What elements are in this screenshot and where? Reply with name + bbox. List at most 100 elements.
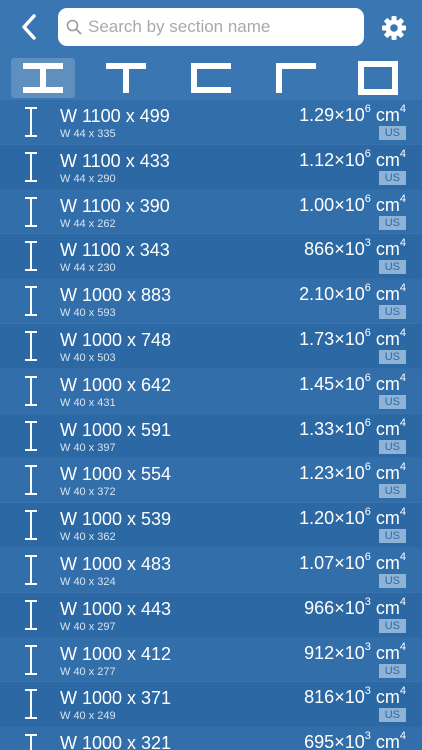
value-times: ×10 [334,552,365,573]
section-imperial-name: W 40 x 277 [60,665,116,678]
i-section-icon [25,151,37,182]
value-unit-exponent: 4 [399,550,406,563]
value-exponent: 6 [364,147,371,160]
list-item[interactable]: W 1100 x 433 W 44 x 290 1.12×106 cm4 US [0,144,422,190]
section-name: W 1000 x 883 [60,285,172,306]
i-section-icon [25,196,37,227]
list-item[interactable]: W 1000 x 748 W 40 x 503 1.73×106 cm4 US [0,323,422,369]
value-unit: cm [375,552,400,573]
list-item[interactable]: W 1000 x 883 W 40 x 593 2.10×106 cm4 US [0,279,422,324]
value-unit-exponent: 4 [399,461,406,474]
i-section-icon [25,599,37,630]
section-name: W 1000 x 483 [60,553,172,574]
section-value: 912×103 cm4 [304,640,406,664]
status-badge: US [378,573,406,588]
section-imperial-name: W 40 x 431 [60,396,116,409]
value-mantissa: 1.73 [299,328,335,349]
list-item[interactable]: W 1000 x 591 W 40 x 397 1.33×106 cm4 US [0,413,422,459]
section-imperial-name: W 40 x 297 [60,620,116,633]
section-value: 2.10×106 cm4 [299,282,406,305]
value-exponent: 3 [364,237,371,250]
value-times: ×10 [334,732,365,750]
i-section-icon [25,107,37,137]
value-exponent: 6 [364,326,371,339]
section-imperial-name: W 40 x 397 [60,441,116,454]
search-field[interactable] [58,8,364,46]
list-item[interactable]: W 1100 x 499 W 44 x 335 1.29×106 cm4 US [0,100,422,145]
value-exponent: 6 [364,416,371,429]
value-times: ×10 [334,597,365,618]
section-imperial-name: W 44 x 262 [60,217,116,230]
search-input[interactable] [88,17,348,37]
value-unit: cm [375,239,400,260]
value-exponent: 6 [364,461,371,474]
status-badge: US [378,484,406,499]
angle-icon [276,63,316,93]
i-section-icon [25,734,37,750]
section-imperial-name: W 40 x 593 [60,307,116,320]
value-mantissa: 1.07 [299,552,335,573]
value-times: ×10 [334,105,365,125]
tab-hollow-rectangle[interactable] [346,58,410,98]
search-icon [66,19,82,35]
list-item[interactable]: W 1000 x 539 W 40 x 362 1.20×106 cm4 US [0,503,422,548]
value-unit-exponent: 4 [399,147,406,160]
list-item[interactable]: W 1000 x 443 W 40 x 297 966×103 cm4 US [0,592,422,638]
top-bar [0,0,422,54]
value-unit-exponent: 4 [399,640,406,653]
section-imperial-name: W 44 x 230 [60,262,116,275]
value-unit: cm [375,597,400,618]
value-exponent: 3 [364,595,371,608]
i-section-icon [25,644,37,675]
section-value: 1.20×106 cm4 [299,506,406,529]
status-badge: US [378,394,406,409]
section-name: W 1100 x 499 [60,106,170,126]
list-item[interactable]: W 1000 x 321 695×103 cm4 [0,727,422,750]
section-name: W 1000 x 642 [60,374,172,395]
value-times: ×10 [334,149,365,170]
list-item[interactable]: W 1000 x 371 W 40 x 249 816×103 cm4 US [0,682,422,728]
section-imperial-name: W 44 x 335 [60,128,116,140]
value-unit: cm [375,687,400,708]
section-name: W 1000 x 539 [60,509,172,530]
status-badge: US [378,663,406,678]
value-mantissa: 1.33 [299,418,335,439]
value-exponent: 6 [364,282,371,295]
value-exponent: 3 [364,730,371,743]
status-badge: US [378,215,406,230]
section-list[interactable]: W 1100 x 499 W 44 x 335 1.29×106 cm4 US W… [0,100,422,750]
value-unit: cm [375,373,400,394]
status-badge: US [378,439,406,454]
tab-i-section[interactable] [11,58,75,98]
tab-channel[interactable] [179,58,243,98]
value-times: ×10 [334,463,365,484]
list-item[interactable]: W 1000 x 642 W 40 x 431 1.45×106 cm4 US [0,368,422,414]
section-value: 866×103 cm4 [304,237,406,260]
status-badge: US [378,305,406,320]
value-exponent: 6 [364,192,371,205]
value-unit: cm [375,642,400,663]
value-mantissa: 2.10 [299,284,335,305]
settings-button[interactable] [380,14,408,42]
list-item[interactable]: W 1000 x 412 W 40 x 277 912×103 cm4 US [0,637,422,683]
list-item[interactable]: W 1100 x 343 W 44 x 230 866×103 cm4 US [0,234,422,280]
value-mantissa: 966 [304,597,335,618]
i-section-icon [25,375,37,406]
list-item[interactable]: W 1100 x 390 W 44 x 262 1.00×106 cm4 US [0,189,422,235]
section-value: 1.07×106 cm4 [299,550,406,574]
section-name: W 1000 x 412 [60,643,172,664]
i-section-icon [25,286,37,317]
section-value: 1.23×106 cm4 [299,461,406,484]
section-imperial-name: W 40 x 324 [60,575,116,588]
section-name: W 1000 x 591 [60,419,172,440]
tab-t-section[interactable] [94,58,158,98]
list-item[interactable]: W 1000 x 554 W 40 x 372 1.23×106 cm4 US [0,458,422,504]
back-button[interactable] [14,12,44,42]
section-imperial-name: W 40 x 249 [60,710,116,723]
value-unit: cm [375,284,400,305]
status-badge: US [378,170,406,185]
section-name: W 1000 x 554 [60,464,172,485]
tab-angle[interactable] [264,58,328,98]
section-name: W 1100 x 343 [60,240,170,261]
list-item[interactable]: W 1000 x 483 W 40 x 324 1.07×106 cm4 US [0,547,422,593]
